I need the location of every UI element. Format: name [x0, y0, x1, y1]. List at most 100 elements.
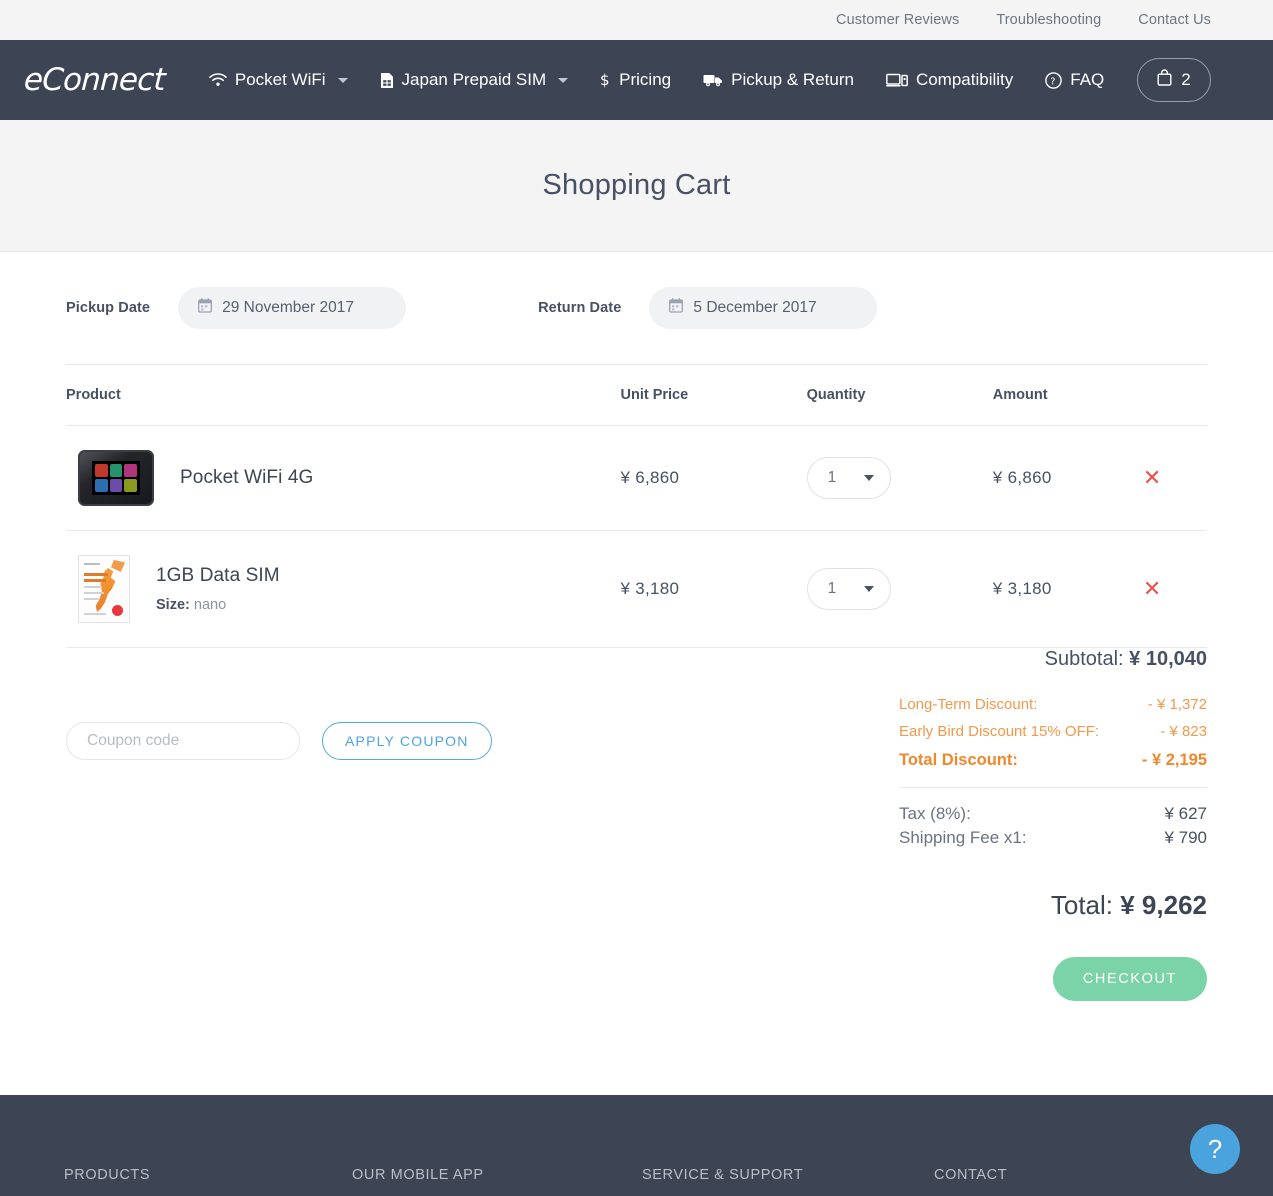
truck-icon	[703, 73, 723, 87]
column-header-unit-price: Unit Price	[620, 364, 807, 426]
discount-row: Long-Term Discount: - ¥ 1,372	[899, 691, 1207, 718]
apply-coupon-button[interactable]: APPLY COUPON	[322, 722, 492, 760]
order-summary: Subtotal: ¥ 10,040 Long-Term Discount: -…	[899, 648, 1207, 1002]
nav-items: Pocket WiFi Japan Prepaid SIM $ Pricing …	[193, 70, 1120, 90]
pickup-date-value: 29 November 2017	[222, 299, 354, 316]
table-row: 1GB Data SIM Size: nano ¥ 3,180 1 ¥ 3,18…	[66, 530, 1207, 648]
grand-total-row: Total: ¥ 9,262	[899, 890, 1207, 921]
quantity-value: 1	[827, 580, 837, 597]
topbar-link-contact-us[interactable]: Contact Us	[1138, 12, 1211, 28]
coupon-code-input[interactable]	[66, 722, 300, 760]
cart-table-header: Product Unit Price Quantity Amount	[66, 364, 1207, 426]
nav-item-japan-prepaid-sim[interactable]: Japan Prepaid SIM	[364, 70, 585, 90]
checkout-button-wrap: CHECKOUT	[899, 957, 1207, 1002]
quantity-select[interactable]: 1	[806, 568, 891, 610]
main-navigation-bar: eConnect Pocket WiFi Japan Prepaid SIM $…	[0, 40, 1273, 120]
cart-lower-section: APPLY COUPON Subtotal: ¥ 10,040 Long-Ter…	[66, 648, 1207, 1002]
product-attribute-label: Size:	[156, 597, 190, 613]
nav-item-label: Pickup & Return	[731, 70, 854, 89]
grand-total-value: ¥ 9,262	[1120, 890, 1207, 921]
nav-item-label: Pocket WiFi	[234, 70, 326, 89]
return-date-field[interactable]: 5 December 2017	[649, 287, 878, 329]
product-attribute-value: nano	[193, 597, 227, 613]
nav-item-faq[interactable]: ? FAQ	[1029, 70, 1120, 90]
fee-row: Tax (8%): ¥ 627	[899, 802, 1207, 826]
remove-item-button[interactable]: ✕	[1143, 577, 1161, 600]
nav-item-compatibility[interactable]: Compatibility	[870, 70, 1029, 90]
chevron-down-icon	[863, 586, 874, 592]
footer-heading-service-support[interactable]: SERVICE & SUPPORT	[642, 1167, 934, 1183]
cell-unit-price: ¥ 3,180	[620, 530, 807, 648]
nav-item-label: FAQ	[1070, 70, 1105, 89]
calendar-icon	[669, 298, 684, 318]
pocket-wifi-device-thumbnail	[78, 450, 154, 506]
column-header-remove	[1142, 364, 1207, 426]
nav-item-pocket-wifi[interactable]: Pocket WiFi	[193, 70, 364, 90]
site-footer: PRODUCTS OUR MOBILE APP SERVICE & SUPPOR…	[0, 1095, 1273, 1196]
table-header-row: Product Unit Price Quantity Amount	[66, 364, 1207, 426]
shipping-fee-label: Shipping Fee x1:	[899, 828, 1027, 848]
summary-divider	[899, 787, 1207, 789]
cart-table-body: Pocket WiFi 4G ¥ 6,860 1 ¥ 6,860 ✕ 1GB D…	[66, 425, 1207, 648]
discount-label: Long-Term Discount:	[899, 696, 1038, 713]
subtotal-row: Subtotal: ¥ 10,040	[899, 648, 1207, 691]
dollar-icon: $	[600, 71, 611, 89]
column-header-amount: Amount	[992, 364, 1143, 426]
subtotal-label: Subtotal:	[1044, 648, 1124, 670]
cell-quantity: 1	[806, 425, 993, 531]
topbar-link-troubleshooting[interactable]: Troubleshooting	[996, 12, 1101, 28]
cell-product: 1GB Data SIM Size: nano	[66, 530, 621, 648]
total-discount-label: Total Discount:	[899, 750, 1018, 769]
remove-item-button[interactable]: ✕	[1143, 466, 1161, 489]
checkout-button[interactable]: CHECKOUT	[1052, 957, 1207, 1002]
quantity-value: 1	[827, 469, 837, 486]
footer-columns: PRODUCTS OUR MOBILE APP SERVICE & SUPPOR…	[0, 1095, 1273, 1183]
footer-heading-contact[interactable]: CONTACT	[934, 1167, 1007, 1183]
cell-remove: ✕	[1142, 425, 1207, 531]
quantity-select[interactable]: 1	[806, 457, 891, 499]
question-mark-icon: ?	[1207, 1133, 1223, 1164]
product-attribute: Size: nano	[156, 597, 280, 613]
chevron-down-icon	[337, 77, 348, 83]
utility-topbar: Customer Reviews Troubleshooting Contact…	[0, 0, 1273, 40]
cell-amount: ¥ 6,860	[992, 425, 1143, 531]
cart-count-badge: 2	[1181, 70, 1191, 89]
product-name[interactable]: Pocket WiFi 4G	[180, 467, 313, 489]
page-title: Shopping Cart	[542, 169, 731, 201]
tax-value: ¥ 627	[1164, 804, 1207, 824]
subtotal-value: ¥ 10,040	[1129, 648, 1207, 670]
return-date-label: Return Date	[538, 300, 622, 316]
cell-quantity: 1	[806, 530, 993, 648]
nav-item-label: Japan Prepaid SIM	[401, 70, 547, 89]
nav-item-pricing[interactable]: $ Pricing	[584, 70, 687, 90]
table-row: Pocket WiFi 4G ¥ 6,860 1 ¥ 6,860 ✕	[66, 425, 1207, 531]
calendar-icon	[198, 298, 213, 318]
cell-product: Pocket WiFi 4G	[66, 425, 621, 531]
pickup-date-field[interactable]: 29 November 2017	[178, 287, 407, 329]
coupon-area: APPLY COUPON	[66, 670, 492, 760]
footer-heading-products[interactable]: PRODUCTS	[64, 1167, 352, 1183]
shipping-fee-value: ¥ 790	[1164, 828, 1207, 848]
product-name[interactable]: 1GB Data SIM	[156, 565, 280, 587]
discounts-table: Long-Term Discount: - ¥ 1,372 Early Bird…	[899, 691, 1207, 775]
discount-value: - ¥ 823	[1160, 723, 1207, 741]
nav-item-label: Pricing	[619, 70, 672, 89]
question-circle-icon: ?	[1045, 71, 1063, 89]
footer-heading-our-mobile-app[interactable]: OUR MOBILE APP	[352, 1167, 642, 1183]
chevron-down-icon	[863, 475, 874, 481]
cart-button[interactable]: 2	[1137, 58, 1211, 102]
cell-amount: ¥ 3,180	[992, 530, 1143, 648]
page-hero: Shopping Cart	[0, 120, 1273, 252]
help-button[interactable]: ?	[1190, 1124, 1240, 1174]
discount-row: Early Bird Discount 15% OFF: - ¥ 823	[899, 718, 1207, 745]
svg-text:$: $	[600, 71, 610, 89]
sim-card-icon	[380, 72, 394, 89]
total-discount-value: - ¥ 2,195	[1141, 750, 1207, 769]
topbar-link-customer-reviews[interactable]: Customer Reviews	[836, 12, 959, 28]
date-selection-row: Pickup Date 29 November 2017 Return Date	[66, 252, 1207, 364]
nav-item-label: Compatibility	[915, 70, 1014, 89]
site-logo[interactable]: eConnect	[23, 62, 166, 98]
nav-item-pickup-return[interactable]: Pickup & Return	[687, 70, 870, 90]
total-discount-row: Total Discount: - ¥ 2,195	[899, 746, 1207, 776]
page-content: Pickup Date 29 November 2017 Return Date	[0, 252, 1273, 1002]
